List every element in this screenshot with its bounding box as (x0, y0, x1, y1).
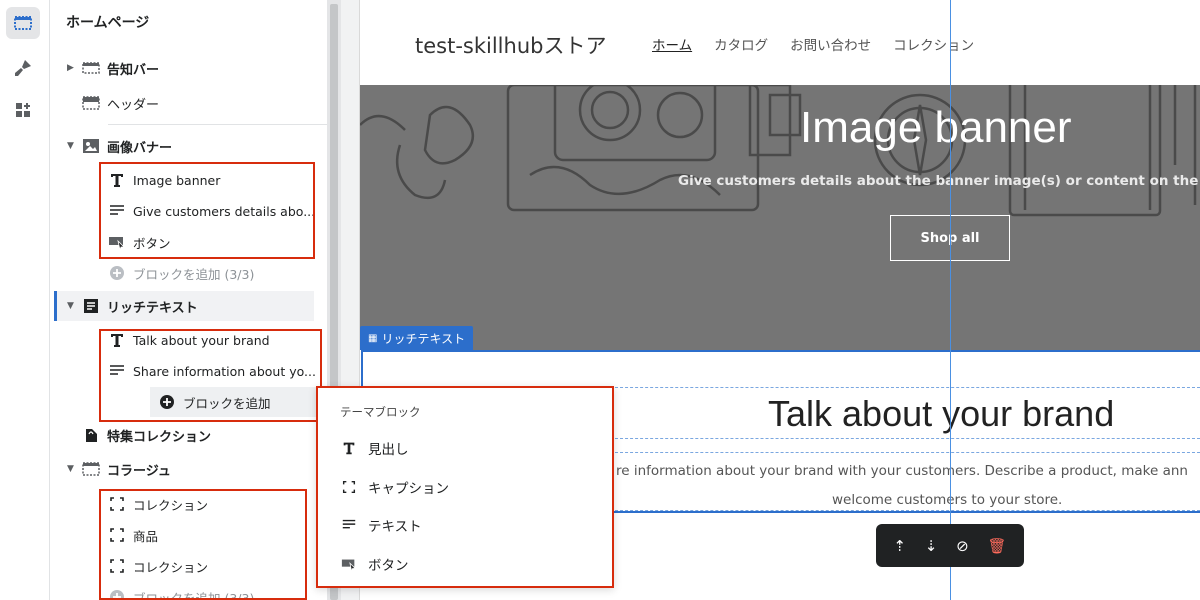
tag-icon (81, 425, 101, 445)
rich-text-body[interactable]: welcome customers to your store. (832, 492, 1062, 508)
placeholder-frame-icon (107, 525, 127, 545)
delete-icon[interactable]: 🗑 (988, 537, 1007, 555)
popover-header: テーマブロック (340, 405, 421, 419)
block-outline (610, 387, 1200, 388)
sections-icon (14, 16, 32, 30)
rich-text-body[interactable]: re information about your brand with you… (616, 463, 1188, 479)
placeholder-frame-icon (107, 494, 127, 514)
section-collage[interactable]: ▼ コラージュ (50, 454, 327, 484)
block-rich-text-heading[interactable]: Talk about your brand (50, 325, 327, 355)
center-guide-line (950, 0, 951, 600)
sections-rail-button[interactable] (6, 7, 40, 39)
block-outline (610, 452, 1200, 453)
block-rich-text-text[interactable]: Share information about yo... (50, 356, 327, 386)
sections-sidebar: ホームページ ▶ 告知バー ヘッダー ▼ 画像バナー Image banner … (50, 0, 365, 600)
rich-text-heading[interactable]: Talk about your brand (768, 393, 1114, 435)
rich-text-section-tab[interactable]: ▦ リッチテキスト (360, 326, 474, 350)
popover-item-heading[interactable]: 見出し (340, 436, 409, 460)
block-outline (610, 438, 1200, 439)
section-image-banner[interactable]: ▼ 画像バナー (50, 131, 327, 161)
section-rich-text[interactable]: ▼ リッチテキスト (54, 291, 314, 321)
block-collage-collection[interactable]: コレクション (50, 489, 327, 519)
image-icon (81, 136, 101, 156)
chevron-down-icon[interactable]: ▼ (67, 301, 77, 311)
popover-item-text[interactable]: テキスト (340, 513, 422, 537)
add-block-button[interactable]: ブロックを追加 (3/3) (50, 258, 327, 288)
plus-circle-icon (157, 392, 177, 412)
move-up-icon[interactable]: ⇡ (893, 537, 906, 555)
button-icon (107, 232, 127, 252)
plus-circle-icon (107, 587, 127, 600)
popover-item-caption[interactable]: キャプション (340, 475, 449, 499)
banner-illustration (360, 85, 1197, 217)
popover-item-button[interactable]: ボタン (340, 552, 409, 576)
add-block-popover: テーマブロック 見出し キャプション テキスト ボタン (316, 386, 614, 588)
add-blocks-icon (16, 103, 30, 117)
divider (108, 124, 328, 125)
text-icon (107, 201, 127, 221)
apps-rail-button[interactable] (6, 94, 40, 126)
store-name[interactable]: test-skillhubストア (415, 30, 606, 60)
heading-icon (107, 330, 127, 350)
button-icon (340, 556, 358, 572)
section-header[interactable]: ヘッダー (50, 88, 327, 118)
announcement-bar-icon (81, 58, 101, 78)
block-collage-product[interactable]: 商品 (50, 520, 327, 550)
rich-text-icon (81, 296, 101, 316)
theme-settings-rail-button[interactable] (6, 52, 40, 84)
nav-link-collections[interactable]: コレクション (893, 34, 974, 54)
chevron-down-icon[interactable]: ▼ (67, 141, 77, 151)
block-collage-collection[interactable]: コレクション (50, 551, 327, 581)
text-icon (340, 517, 358, 533)
banner-heading: Image banner (800, 103, 1072, 152)
heading-icon (107, 170, 127, 190)
heading-icon (340, 440, 358, 456)
store-nav: ホーム カタログ お問い合わせ コレクション (652, 34, 974, 54)
text-icon (107, 361, 127, 381)
nav-link-catalog[interactable]: カタログ (714, 34, 768, 54)
block-image-banner-button[interactable]: ボタン (50, 227, 327, 257)
add-block-button[interactable]: ブロックを追加 (3/3) (50, 582, 327, 600)
banner-subheading: Give customers details about the banner … (678, 173, 1200, 189)
placeholder-frame-icon (107, 556, 127, 576)
hide-icon[interactable]: ⊘ (956, 537, 969, 555)
paintbrush-icon (15, 60, 31, 76)
collage-icon (81, 459, 101, 479)
block-image-banner-heading[interactable]: Image banner (50, 165, 327, 195)
header-icon (81, 93, 101, 113)
section-toolbar: ⇡ ⇣ ⊘ 🗑 (876, 524, 1024, 567)
page-title: ホームページ (66, 15, 150, 31)
move-down-icon[interactable]: ⇣ (925, 537, 938, 555)
chevron-right-icon[interactable]: ▶ (67, 63, 77, 73)
section-announcement-bar[interactable]: ▶ 告知バー (50, 53, 327, 83)
left-rail (0, 0, 50, 600)
plus-circle-icon (107, 263, 127, 283)
nav-link-home[interactable]: ホーム (652, 34, 692, 54)
image-banner-section[interactable]: Image banner Give customers details abou… (360, 85, 1200, 350)
nav-link-contact[interactable]: お問い合わせ (790, 34, 871, 54)
section-grid-icon: ▦ (368, 332, 378, 344)
section-featured-collection[interactable]: 特集コレクション (50, 420, 327, 450)
block-outline (610, 510, 1200, 511)
chevron-down-icon[interactable]: ▼ (67, 464, 77, 474)
placeholder-frame-icon (340, 479, 358, 495)
block-image-banner-text[interactable]: Give customers details abo... (50, 196, 327, 226)
